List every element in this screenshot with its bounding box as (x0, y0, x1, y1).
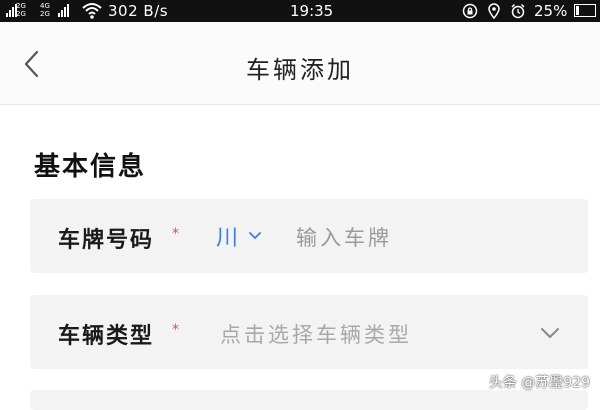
next-field-row (30, 390, 588, 410)
location-icon (488, 3, 500, 19)
required-star: * (172, 226, 179, 242)
network-speed: 302 B/s (108, 2, 169, 20)
plate-number-row: 车牌号码 * 川 (30, 199, 588, 273)
vehicle-type-row[interactable]: 车辆类型 * 点击选择车辆类型 (30, 295, 588, 369)
page-title: 车辆添加 (246, 56, 354, 84)
signal-icon-2 (58, 4, 69, 17)
plate-number-input[interactable] (294, 219, 498, 257)
clock-time: 19:35 (290, 2, 334, 20)
section-title: 基本信息 (34, 152, 147, 182)
chevron-down-icon (249, 232, 261, 240)
plate-number-label: 车牌号码 (58, 228, 155, 253)
required-star: * (172, 322, 179, 338)
app-header: 车辆添加 (0, 22, 600, 105)
alarm-icon (511, 3, 525, 19)
network-type-1: 2G 2G (16, 2, 26, 18)
vehicle-type-label: 车辆类型 (58, 324, 155, 349)
network-type-1-top: 2G (16, 2, 26, 10)
vehicle-type-select[interactable]: 点击选择车辆类型 (220, 319, 412, 349)
network-type-2-top: 4G (40, 2, 50, 10)
wifi-icon (82, 3, 102, 19)
network-type-1-bottom: 2G (16, 10, 26, 18)
chevron-down-icon[interactable] (538, 321, 562, 345)
status-bar: 2G 2G 4G 2G 302 B/s 19:35 25% (0, 0, 600, 22)
battery-icon (574, 4, 596, 17)
battery-fill (576, 6, 579, 15)
battery-percent: 25% (534, 2, 568, 20)
network-type-2: 4G 2G (40, 2, 50, 18)
watermark: 头条 @苏璺929 (488, 375, 590, 391)
province-select[interactable]: 川 (216, 219, 262, 253)
network-type-2-bottom: 2G (40, 10, 50, 18)
province-value: 川 (216, 226, 239, 251)
rotation-lock-icon (462, 3, 478, 19)
